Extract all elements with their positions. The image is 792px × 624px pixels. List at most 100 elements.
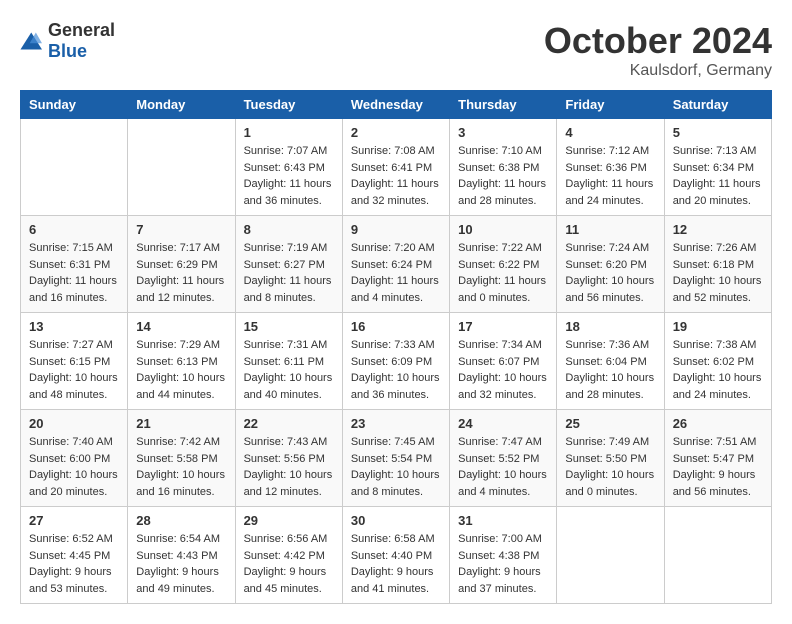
header: General Blue October 2024 Kaulsdorf, Ger… bbox=[20, 20, 772, 80]
day-number: 25 bbox=[565, 416, 655, 431]
day-number: 19 bbox=[673, 319, 763, 334]
calendar-cell: 30 Sunrise: 6:58 AMSunset: 4:40 PMDayligh… bbox=[342, 507, 449, 604]
day-info: Sunrise: 7:10 AMSunset: 6:38 PMDaylight:… bbox=[458, 143, 548, 209]
week-row-2: 13 Sunrise: 7:27 AMSunset: 6:15 PMDayligh… bbox=[21, 313, 772, 410]
day-info: Sunrise: 7:17 AMSunset: 6:29 PMDaylight:… bbox=[136, 240, 226, 306]
day-info: Sunrise: 6:54 AMSunset: 4:43 PMDaylight:… bbox=[136, 531, 226, 597]
calendar-cell: 1 Sunrise: 7:07 AMSunset: 6:43 PMDaylight… bbox=[235, 119, 342, 216]
calendar-cell: 11Sunrise: 7:24 AMSunset: 6:20 PMDayligh… bbox=[557, 216, 664, 313]
day-number: 13 bbox=[29, 319, 119, 334]
calendar-cell: 31Sunrise: 7:00 AMSunset: 4:38 PMDayligh… bbox=[450, 507, 557, 604]
calendar-cell: 23 Sunrise: 7:45 AMSunset: 5:54 PMDayligh… bbox=[342, 410, 449, 507]
day-info: Sunrise: 7:07 AMSunset: 6:43 PMDaylight:… bbox=[244, 143, 334, 209]
calendar-cell: 8 Sunrise: 7:19 AMSunset: 6:27 PMDaylight… bbox=[235, 216, 342, 313]
day-number: 23 bbox=[351, 416, 441, 431]
weekday-header-wednesday: Wednesday bbox=[342, 91, 449, 119]
day-number: 7 bbox=[136, 222, 226, 237]
day-info: Sunrise: 7:13 AMSunset: 6:34 PMDaylight:… bbox=[673, 143, 763, 209]
day-number: 26 bbox=[673, 416, 763, 431]
weekday-header-saturday: Saturday bbox=[664, 91, 771, 119]
calendar-cell: 22Sunrise: 7:43 AMSunset: 5:56 PMDayligh… bbox=[235, 410, 342, 507]
day-number: 17 bbox=[458, 319, 548, 334]
calendar-cell: 10 Sunrise: 7:22 AMSunset: 6:22 PMDayligh… bbox=[450, 216, 557, 313]
day-number: 16 bbox=[351, 319, 441, 334]
day-number: 14 bbox=[136, 319, 226, 334]
calendar-cell: 16Sunrise: 7:33 AMSunset: 6:09 PMDayligh… bbox=[342, 313, 449, 410]
day-number: 2 bbox=[351, 125, 441, 140]
calendar-cell: 5Sunrise: 7:13 AMSunset: 6:34 PMDaylight… bbox=[664, 119, 771, 216]
weekday-header-friday: Friday bbox=[557, 91, 664, 119]
day-number: 3 bbox=[458, 125, 548, 140]
day-number: 30 bbox=[351, 513, 441, 528]
day-number: 18 bbox=[565, 319, 655, 334]
day-info: Sunrise: 7:40 AMSunset: 6:00 PMDaylight:… bbox=[29, 434, 119, 500]
calendar-cell: 19 Sunrise: 7:38 AMSunset: 6:02 PMDayligh… bbox=[664, 313, 771, 410]
calendar-cell: 7 Sunrise: 7:17 AMSunset: 6:29 PMDaylight… bbox=[128, 216, 235, 313]
day-number: 28 bbox=[136, 513, 226, 528]
calendar-cell bbox=[128, 119, 235, 216]
day-info: Sunrise: 7:34 AMSunset: 6:07 PMDaylight:… bbox=[458, 337, 548, 403]
calendar-cell bbox=[21, 119, 128, 216]
day-info: Sunrise: 7:27 AMSunset: 6:15 PMDaylight:… bbox=[29, 337, 119, 403]
calendar-cell: 20 Sunrise: 7:40 AMSunset: 6:00 PMDayligh… bbox=[21, 410, 128, 507]
week-row-1: 6 Sunrise: 7:15 AMSunset: 6:31 PMDaylight… bbox=[21, 216, 772, 313]
calendar-cell: 26 Sunrise: 7:51 AMSunset: 5:47 PMDayligh… bbox=[664, 410, 771, 507]
day-info: Sunrise: 7:19 AMSunset: 6:27 PMDaylight:… bbox=[244, 240, 334, 306]
calendar-table: SundayMondayTuesdayWednesdayThursdayFrid… bbox=[20, 90, 772, 604]
weekday-header-monday: Monday bbox=[128, 91, 235, 119]
calendar-cell: 29 Sunrise: 6:56 AMSunset: 4:42 PMDayligh… bbox=[235, 507, 342, 604]
calendar-cell: 15 Sunrise: 7:31 AMSunset: 6:11 PMDayligh… bbox=[235, 313, 342, 410]
weekday-header-tuesday: Tuesday bbox=[235, 91, 342, 119]
day-info: Sunrise: 6:56 AMSunset: 4:42 PMDaylight:… bbox=[244, 531, 334, 597]
logo-icon bbox=[20, 31, 44, 51]
calendar-cell: 9Sunrise: 7:20 AMSunset: 6:24 PMDaylight… bbox=[342, 216, 449, 313]
day-info: Sunrise: 6:58 AMSunset: 4:40 PMDaylight:… bbox=[351, 531, 441, 597]
day-number: 15 bbox=[244, 319, 334, 334]
day-number: 8 bbox=[244, 222, 334, 237]
week-row-3: 20 Sunrise: 7:40 AMSunset: 6:00 PMDayligh… bbox=[21, 410, 772, 507]
day-number: 21 bbox=[136, 416, 226, 431]
day-number: 1 bbox=[244, 125, 334, 140]
day-info: Sunrise: 7:12 AMSunset: 6:36 PMDaylight:… bbox=[565, 143, 655, 209]
day-info: Sunrise: 7:36 AMSunset: 6:04 PMDaylight:… bbox=[565, 337, 655, 403]
calendar-cell: 28 Sunrise: 6:54 AMSunset: 4:43 PMDayligh… bbox=[128, 507, 235, 604]
calendar-cell: 13 Sunrise: 7:27 AMSunset: 6:15 PMDayligh… bbox=[21, 313, 128, 410]
logo-blue: Blue bbox=[48, 41, 87, 61]
calendar-cell: 4 Sunrise: 7:12 AMSunset: 6:36 PMDaylight… bbox=[557, 119, 664, 216]
calendar-cell: 24 Sunrise: 7:47 AMSunset: 5:52 PMDayligh… bbox=[450, 410, 557, 507]
day-info: Sunrise: 7:51 AMSunset: 5:47 PMDaylight:… bbox=[673, 434, 763, 500]
day-number: 10 bbox=[458, 222, 548, 237]
day-number: 31 bbox=[458, 513, 548, 528]
weekday-header-thursday: Thursday bbox=[450, 91, 557, 119]
calendar-cell bbox=[664, 507, 771, 604]
day-info: Sunrise: 7:43 AMSunset: 5:56 PMDaylight:… bbox=[244, 434, 334, 500]
day-number: 20 bbox=[29, 416, 119, 431]
day-info: Sunrise: 7:38 AMSunset: 6:02 PMDaylight:… bbox=[673, 337, 763, 403]
day-number: 12 bbox=[673, 222, 763, 237]
day-info: Sunrise: 7:26 AMSunset: 6:18 PMDaylight:… bbox=[673, 240, 763, 306]
calendar-cell: 6 Sunrise: 7:15 AMSunset: 6:31 PMDaylight… bbox=[21, 216, 128, 313]
day-number: 6 bbox=[29, 222, 119, 237]
month-title: October 2024 bbox=[544, 20, 772, 62]
day-info: Sunrise: 7:15 AMSunset: 6:31 PMDaylight:… bbox=[29, 240, 119, 306]
day-info: Sunrise: 7:08 AMSunset: 6:41 PMDaylight:… bbox=[351, 143, 441, 209]
day-info: Sunrise: 7:49 AMSunset: 5:50 PMDaylight:… bbox=[565, 434, 655, 500]
day-info: Sunrise: 7:45 AMSunset: 5:54 PMDaylight:… bbox=[351, 434, 441, 500]
day-info: Sunrise: 7:47 AMSunset: 5:52 PMDaylight:… bbox=[458, 434, 548, 500]
week-row-0: 1 Sunrise: 7:07 AMSunset: 6:43 PMDaylight… bbox=[21, 119, 772, 216]
day-number: 9 bbox=[351, 222, 441, 237]
day-info: Sunrise: 7:31 AMSunset: 6:11 PMDaylight:… bbox=[244, 337, 334, 403]
weekday-header-sunday: Sunday bbox=[21, 91, 128, 119]
day-info: Sunrise: 6:52 AMSunset: 4:45 PMDaylight:… bbox=[29, 531, 119, 597]
day-info: Sunrise: 7:22 AMSunset: 6:22 PMDaylight:… bbox=[458, 240, 548, 306]
weekday-header-row: SundayMondayTuesdayWednesdayThursdayFrid… bbox=[21, 91, 772, 119]
calendar-cell: 18 Sunrise: 7:36 AMSunset: 6:04 PMDayligh… bbox=[557, 313, 664, 410]
day-number: 24 bbox=[458, 416, 548, 431]
day-number: 27 bbox=[29, 513, 119, 528]
calendar-cell: 25 Sunrise: 7:49 AMSunset: 5:50 PMDayligh… bbox=[557, 410, 664, 507]
location-title: Kaulsdorf, Germany bbox=[544, 62, 772, 80]
day-info: Sunrise: 7:29 AMSunset: 6:13 PMDaylight:… bbox=[136, 337, 226, 403]
title-block: October 2024 Kaulsdorf, Germany bbox=[544, 20, 772, 80]
day-number: 29 bbox=[244, 513, 334, 528]
day-number: 4 bbox=[565, 125, 655, 140]
